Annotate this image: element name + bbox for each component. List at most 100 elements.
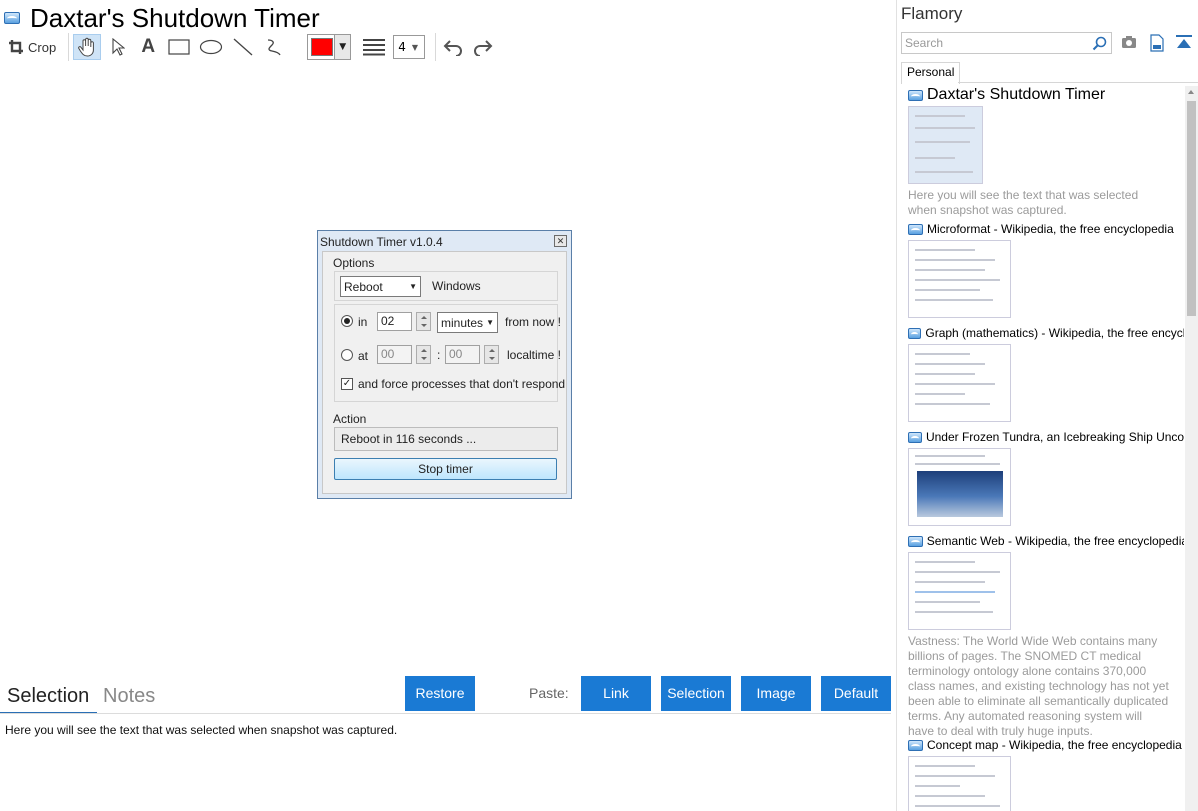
tab-personal[interactable]: Personal bbox=[901, 62, 961, 84]
page-icon bbox=[4, 12, 20, 24]
force-label: and force processes that don't respond bbox=[358, 377, 566, 391]
title-bar: Daxtar's Shutdown Timer bbox=[4, 2, 320, 34]
list-item[interactable]: Daxtar's Shutdown Timer Here you will se… bbox=[908, 86, 1184, 218]
divider bbox=[0, 713, 891, 714]
page-title: Daxtar's Shutdown Timer bbox=[30, 3, 320, 33]
select-tool-button[interactable] bbox=[105, 34, 131, 60]
hand-icon bbox=[78, 37, 95, 57]
toolbar-divider bbox=[68, 33, 70, 61]
paste-default-button[interactable]: Default bbox=[821, 676, 891, 711]
at-hour-spinner[interactable] bbox=[416, 345, 431, 364]
chevron-down-icon: ▼ bbox=[334, 35, 351, 59]
options-label: Options bbox=[333, 256, 375, 270]
tab-selection[interactable]: Selection bbox=[7, 680, 89, 712]
paste-selection-button[interactable]: Selection bbox=[661, 676, 731, 711]
at-minute-field[interactable]: 00 bbox=[445, 345, 480, 364]
ellipse-tool-button[interactable] bbox=[197, 34, 225, 60]
line-width-select[interactable]: 4 ▼ bbox=[393, 35, 426, 59]
main-area: Daxtar's Shutdown Timer Crop A ▼ 4 ▼ Shu… bbox=[0, 0, 897, 811]
page-icon bbox=[908, 739, 923, 751]
restore-button[interactable]: Restore bbox=[405, 676, 475, 711]
annotation-toolbar: Crop A ▼ 4 ▼ bbox=[4, 33, 500, 61]
thumbnail bbox=[908, 448, 1011, 526]
unit-select[interactable]: minutes ▼ bbox=[437, 312, 498, 333]
item-title: Graph (mathematics) - Wikipedia, the fre… bbox=[925, 326, 1184, 340]
search-icon[interactable] bbox=[1092, 36, 1107, 51]
thumbnail bbox=[908, 344, 1011, 422]
os-label: Windows bbox=[432, 279, 481, 293]
thumbnail bbox=[908, 552, 1011, 630]
in-radio[interactable] bbox=[341, 315, 353, 327]
time-separator: : bbox=[437, 348, 441, 362]
status-field: Reboot in 116 seconds ... bbox=[334, 427, 558, 451]
crop-button[interactable]: Crop bbox=[4, 34, 60, 60]
ellipse-icon bbox=[200, 39, 223, 55]
paste-image-button[interactable]: Image bbox=[741, 676, 811, 711]
chevron-down-icon: ▼ bbox=[411, 42, 418, 52]
freehand-icon bbox=[268, 39, 281, 56]
scroll-up-icon[interactable] bbox=[1188, 90, 1194, 94]
at-minute-spinner[interactable] bbox=[484, 345, 499, 364]
scrollbar-thumb[interactable] bbox=[1187, 101, 1196, 316]
list-item[interactable]: Semantic Web - Wikipedia, the free encyc… bbox=[908, 532, 1184, 739]
sidebar-scrollbar[interactable] bbox=[1185, 86, 1198, 811]
unit-value: minutes bbox=[441, 315, 484, 330]
page-icon bbox=[908, 535, 923, 547]
bottom-tabs: Selection Notes bbox=[0, 680, 155, 714]
paste-label: Paste: bbox=[529, 685, 569, 701]
shutdown-timer-dialog: Shutdown Timer v1.0.4 ✕ Options Reboot ▼… bbox=[317, 230, 572, 499]
tab-notes[interactable]: Notes bbox=[103, 680, 155, 712]
thumbnail bbox=[908, 240, 1011, 318]
crop-icon bbox=[9, 40, 23, 54]
pointer-icon bbox=[112, 38, 126, 56]
color-swatch bbox=[311, 38, 334, 56]
chevron-down-icon: ▼ bbox=[409, 282, 417, 291]
action-label: Action bbox=[333, 412, 367, 426]
undo-button[interactable] bbox=[440, 34, 466, 60]
document-icon[interactable] bbox=[1149, 34, 1165, 52]
flamory-sidebar: Flamory Search Personal Daxtar's Shutdow… bbox=[898, 0, 1198, 811]
list-item[interactable]: Microformat - Wikipedia, the free encycl… bbox=[908, 220, 1184, 318]
item-description: Here you will see the text that was sele… bbox=[908, 188, 1139, 217]
mode-select[interactable]: Reboot ▼ bbox=[340, 276, 421, 297]
in-value-spinner[interactable] bbox=[416, 312, 431, 331]
item-title: Under Frozen Tundra, an Icebreaking Ship… bbox=[925, 430, 1184, 444]
thumbnail bbox=[908, 106, 983, 184]
force-checkbox[interactable]: ✓ bbox=[341, 378, 353, 390]
color-picker[interactable]: ▼ bbox=[307, 34, 352, 60]
list-item[interactable]: Concept map - Wikipedia, the free encycl… bbox=[908, 736, 1184, 811]
undo-icon bbox=[443, 40, 463, 56]
sidebar-title: Flamory bbox=[901, 4, 963, 23]
snapshot-list: Daxtar's Shutdown Timer Here you will se… bbox=[908, 86, 1184, 811]
text-tool-button[interactable]: A bbox=[135, 34, 161, 60]
hand-tool-button[interactable] bbox=[73, 34, 102, 60]
line-tool-button[interactable] bbox=[229, 34, 257, 60]
mode-value: Reboot bbox=[344, 279, 383, 294]
page-icon bbox=[908, 327, 922, 339]
localtime-label: localtime ! bbox=[507, 348, 562, 362]
list-item[interactable]: Graph (mathematics) - Wikipedia, the fre… bbox=[908, 324, 1184, 422]
at-hour-field[interactable]: 00 bbox=[377, 345, 412, 364]
freehand-tool-button[interactable] bbox=[261, 34, 287, 60]
stop-timer-button[interactable]: Stop timer bbox=[334, 458, 557, 480]
camera-icon[interactable] bbox=[1121, 34, 1137, 50]
dialog-body: Options Reboot ▼ Windows in 02 minutes ▼… bbox=[322, 251, 567, 494]
crop-label: Crop bbox=[28, 39, 57, 55]
close-icon[interactable]: ✕ bbox=[554, 235, 567, 247]
from-now-label: from now ! bbox=[505, 315, 562, 329]
at-radio[interactable] bbox=[341, 349, 353, 361]
rectangle-tool-button[interactable] bbox=[165, 34, 193, 60]
list-item[interactable]: Under Frozen Tundra, an Icebreaking Ship… bbox=[908, 428, 1184, 526]
paste-link-button[interactable]: Link bbox=[581, 676, 651, 711]
rectangle-icon bbox=[168, 39, 190, 55]
in-value-field[interactable]: 02 bbox=[377, 312, 412, 331]
divider bbox=[958, 82, 1198, 83]
search-input[interactable]: Search bbox=[901, 32, 1112, 54]
item-description: Vastness: The World Wide Web contains ma… bbox=[908, 634, 1169, 738]
item-title: Concept map - Wikipedia, the free encycl… bbox=[927, 738, 1182, 752]
item-title: Daxtar's Shutdown Timer bbox=[927, 86, 1106, 103]
page-icon bbox=[908, 223, 923, 235]
line-width-icon bbox=[359, 34, 389, 60]
scroll-to-top-icon[interactable] bbox=[1175, 34, 1193, 50]
redo-button[interactable] bbox=[470, 34, 496, 60]
